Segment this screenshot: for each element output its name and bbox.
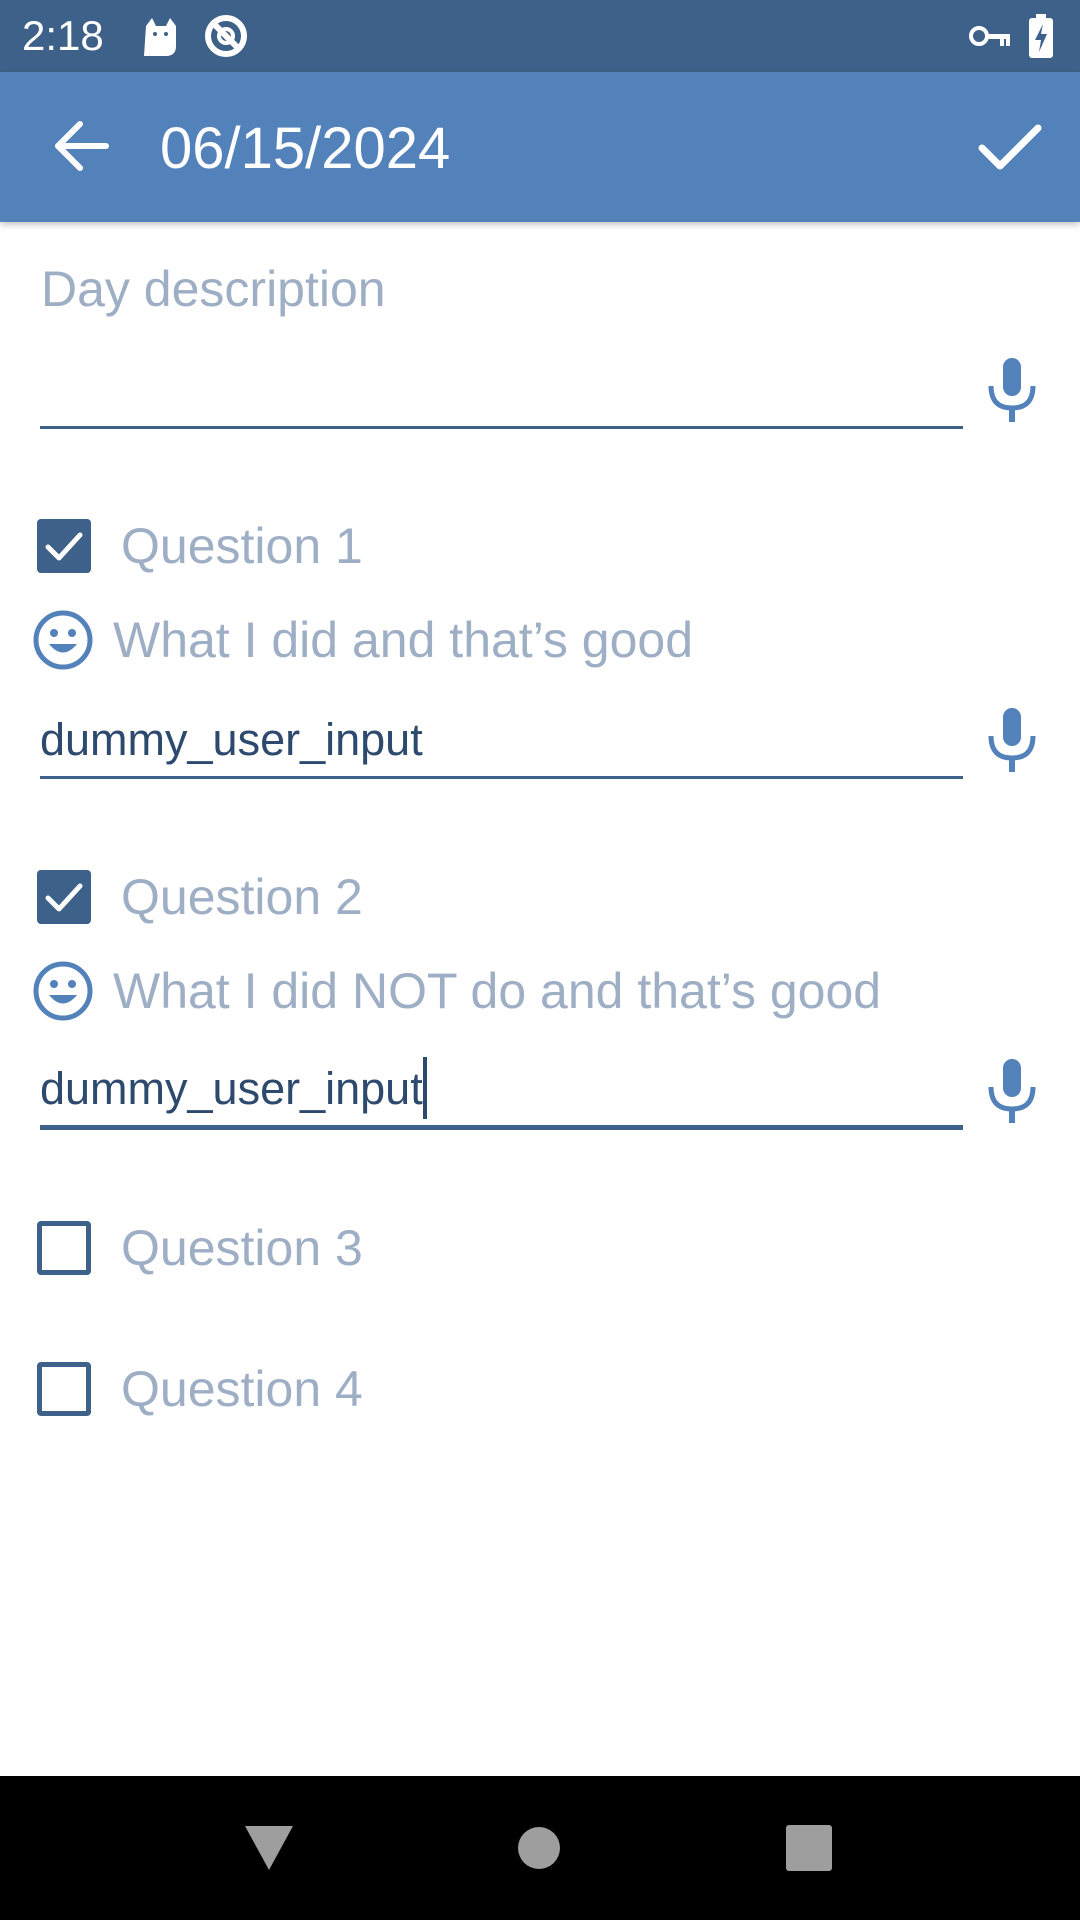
question-3-label[interactable]: Question 3 [121,1217,363,1279]
nav-recents-square-icon [786,1825,832,1871]
check-icon [45,532,83,561]
status-time: 2:18 [22,12,104,59]
microphone-icon [988,1059,1036,1123]
check-icon [45,883,83,912]
save-button[interactable] [972,108,1048,184]
question-1-answer-field[interactable]: dummy_user_input [40,700,963,779]
question-1-mic-button[interactable] [982,706,1042,774]
app-bar: 06/15/2024 [0,72,1080,222]
back-button[interactable] [44,108,120,184]
microphone-icon [988,708,1036,772]
nav-home-button[interactable] [501,1810,577,1886]
nav-back-button[interactable] [231,1810,307,1886]
day-description-mic-button[interactable] [982,356,1042,424]
question-1-label[interactable]: Question 1 [121,515,363,577]
question-1-prompt: What I did and that’s good [113,612,694,668]
microphone-icon [988,358,1036,422]
check-icon [978,124,1042,170]
question-2-mic-button[interactable] [982,1057,1042,1125]
page-title: 06/15/2024 [160,116,451,181]
nav-recents-button[interactable] [771,1810,847,1886]
question-3-checkbox[interactable] [37,1221,91,1275]
text-cursor [422,1057,427,1119]
day-description-field[interactable] [40,350,963,429]
system-nav-bar [0,1776,1080,1920]
question-4-checkbox[interactable] [37,1362,91,1416]
question-4-label[interactable]: Question 4 [121,1358,363,1420]
question-2-checkbox[interactable] [37,870,91,924]
nav-home-circle-icon [518,1827,560,1869]
day-description-label: Day description [41,261,386,317]
question-1-answer-value: dummy_user_input [40,714,423,765]
question-2-label[interactable]: Question 2 [121,866,363,928]
day-entry-form: Day description Question 1 What I did an… [0,222,1080,1776]
do-not-disturb-icon [202,12,250,60]
question-2-answer-field[interactable]: dummy_user_input [40,1049,963,1130]
nav-back-triangle-icon [245,1826,293,1870]
cat-notification-icon [136,12,184,60]
battery-charging-icon [1020,12,1062,60]
vpn-key-icon [966,12,1014,60]
smiley-icon [32,960,94,1022]
question-2-prompt: What I did NOT do and that’s good [113,963,882,1019]
arrow-left-icon [55,121,109,171]
status-bar: 2:18 [0,0,1080,72]
question-1-checkbox[interactable] [37,519,91,573]
smiley-icon [32,609,94,671]
question-2-answer-value: dummy_user_input [40,1063,423,1114]
